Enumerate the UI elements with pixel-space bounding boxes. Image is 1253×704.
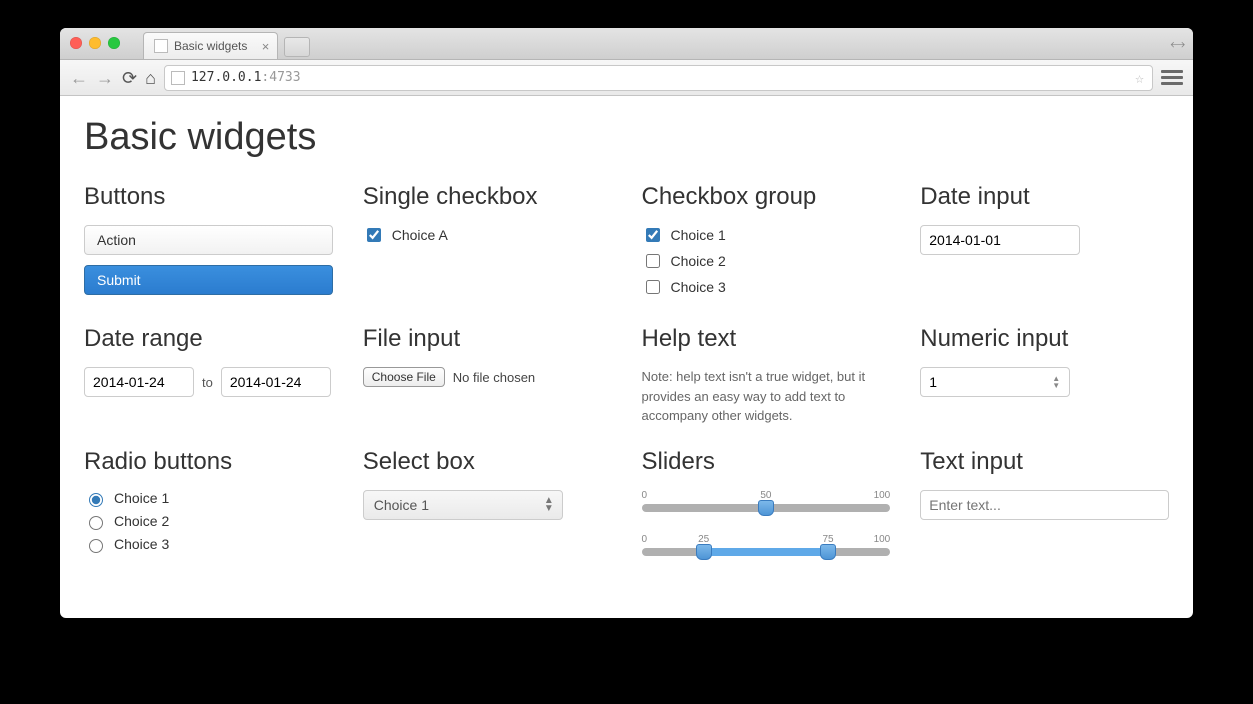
checkbox-input[interactable]	[646, 228, 660, 242]
radio-choice-3[interactable]: Choice 3	[84, 536, 333, 553]
section-heading: Buttons	[84, 183, 333, 211]
numeric-stepper[interactable]: ▲▼	[1052, 375, 1060, 389]
slider-max-label: 100	[874, 534, 891, 545]
page-title: Basic widgets	[84, 116, 1169, 159]
slider-fill	[704, 548, 828, 556]
section-heading: Select box	[363, 448, 612, 476]
reload-button[interactable]: ⟳	[122, 69, 137, 87]
section-heading: Date input	[920, 183, 1169, 211]
section-help-text: Help text Note: help text isn't a true w…	[642, 325, 891, 426]
checkbox-choice-2[interactable]: Choice 2	[642, 251, 891, 271]
back-button[interactable]: ←	[70, 69, 88, 87]
slider-single[interactable]: 0 50 100	[642, 490, 891, 512]
home-button[interactable]: ⌂	[145, 69, 156, 87]
section-heading: Radio buttons	[84, 448, 333, 476]
checkbox-label: Choice 1	[671, 227, 726, 243]
slider-track[interactable]	[642, 548, 891, 556]
section-heading: Numeric input	[920, 325, 1169, 353]
section-date-range: Date range to	[84, 325, 333, 426]
chevron-updown-icon: ▲▼	[544, 497, 554, 513]
browser-window: Basic widgets × ⤢ ← → ⟳ ⌂ 127.0.0.1:4733…	[60, 28, 1193, 618]
checkbox-input[interactable]	[646, 254, 660, 268]
minimize-window-icon[interactable]	[89, 37, 101, 49]
expand-window-icon[interactable]: ⤢	[1167, 35, 1187, 55]
submit-button[interactable]: Submit	[84, 265, 333, 295]
file-status-label: No file chosen	[453, 370, 535, 385]
section-date-input: Date input	[920, 183, 1169, 303]
help-text-body: Note: help text isn't a true widget, but…	[642, 367, 891, 426]
date-range-from[interactable]	[84, 367, 194, 397]
menu-button[interactable]	[1161, 70, 1183, 85]
window-controls	[70, 37, 120, 49]
date-range-to[interactable]	[221, 367, 331, 397]
slider-min-label: 0	[642, 534, 648, 545]
url-port: :4733	[261, 70, 300, 85]
slider-handle-high[interactable]	[820, 544, 836, 560]
close-tab-icon[interactable]: ×	[262, 39, 270, 54]
section-heading: File input	[363, 325, 612, 353]
browser-toolbar: ← → ⟳ ⌂ 127.0.0.1:4733 ☆	[60, 60, 1193, 96]
slider-max-label: 100	[874, 490, 891, 501]
select-value: Choice 1	[374, 497, 429, 513]
slider-min-label: 0	[642, 490, 648, 501]
section-heading: Single checkbox	[363, 183, 612, 211]
maximize-window-icon[interactable]	[108, 37, 120, 49]
page-icon	[171, 71, 185, 85]
section-radio-buttons: Radio buttons Choice 1 Choice 2 Choice 3	[84, 448, 333, 578]
radio-label: Choice 3	[114, 536, 169, 552]
section-file-input: File input Choose File No file chosen	[363, 325, 612, 426]
url-bar[interactable]: 127.0.0.1:4733 ☆	[164, 65, 1153, 91]
slider-range[interactable]: 0 25 75 100	[642, 534, 891, 556]
tab-title: Basic widgets	[174, 39, 247, 53]
browser-tab[interactable]: Basic widgets ×	[143, 32, 278, 59]
radio-input[interactable]	[89, 539, 103, 553]
radio-label: Choice 1	[114, 490, 169, 506]
checkbox-input[interactable]	[646, 280, 660, 294]
date-range-to-label: to	[202, 375, 213, 390]
checkbox-label: Choice A	[392, 227, 448, 243]
section-numeric-input: Numeric input ▲▼	[920, 325, 1169, 426]
section-buttons: Buttons Action Submit	[84, 183, 333, 303]
radio-choice-1[interactable]: Choice 1	[84, 490, 333, 507]
select-box[interactable]: Choice 1 ▲▼	[363, 490, 563, 520]
checkbox-choice-1[interactable]: Choice 1	[642, 225, 891, 245]
bookmark-star-icon[interactable]: ☆	[1135, 69, 1144, 87]
section-select-box: Select box Choice 1 ▲▼	[363, 448, 612, 578]
checkbox-label: Choice 2	[671, 253, 726, 269]
slider-handle-low[interactable]	[696, 544, 712, 560]
browser-tabstrip: Basic widgets × ⤢	[60, 28, 1193, 60]
radio-input[interactable]	[89, 493, 103, 507]
section-single-checkbox: Single checkbox Choice A	[363, 183, 612, 303]
checkbox-input[interactable]	[367, 228, 381, 242]
numeric-input[interactable]	[920, 367, 1070, 397]
action-button[interactable]: Action	[84, 225, 333, 255]
radio-input[interactable]	[89, 516, 103, 530]
url-host: 127.0.0.1	[191, 70, 261, 85]
section-heading: Sliders	[642, 448, 891, 476]
page-content: Basic widgets Buttons Action Submit Sing…	[60, 96, 1193, 618]
choose-file-button[interactable]: Choose File	[363, 367, 445, 387]
date-input[interactable]	[920, 225, 1080, 255]
checkbox-choice-3[interactable]: Choice 3	[642, 277, 891, 297]
slider-handle[interactable]	[758, 500, 774, 516]
section-checkbox-group: Checkbox group Choice 1 Choice 2 Choice …	[642, 183, 891, 303]
checkbox-label: Choice 3	[671, 279, 726, 295]
section-sliders: Sliders 0 50 100 0	[642, 448, 891, 578]
new-tab-button[interactable]	[284, 37, 310, 57]
slider-track[interactable]	[642, 504, 891, 512]
radio-choice-2[interactable]: Choice 2	[84, 513, 333, 530]
forward-button[interactable]: →	[96, 69, 114, 87]
page-icon	[154, 39, 168, 53]
text-input[interactable]	[920, 490, 1169, 520]
section-heading: Date range	[84, 325, 333, 353]
section-heading: Text input	[920, 448, 1169, 476]
section-heading: Checkbox group	[642, 183, 891, 211]
radio-label: Choice 2	[114, 513, 169, 529]
close-window-icon[interactable]	[70, 37, 82, 49]
section-heading: Help text	[642, 325, 891, 353]
checkbox-choice-a[interactable]: Choice A	[363, 225, 612, 245]
section-text-input: Text input	[920, 448, 1169, 578]
